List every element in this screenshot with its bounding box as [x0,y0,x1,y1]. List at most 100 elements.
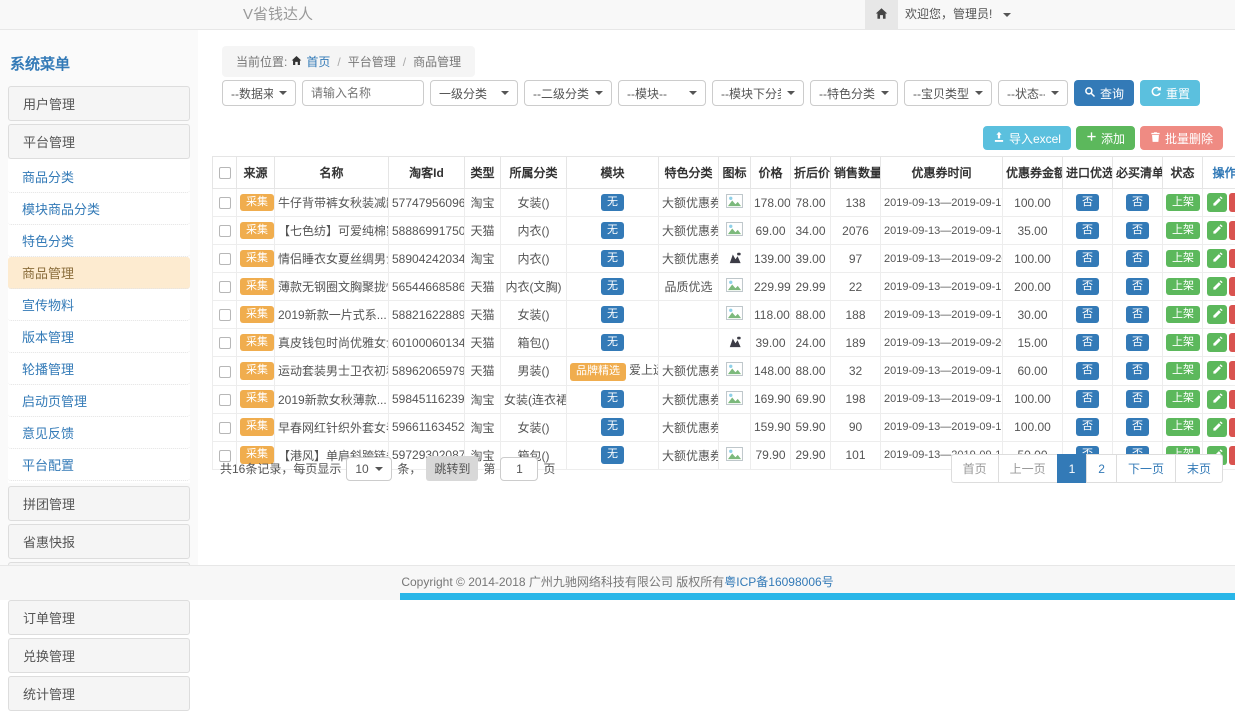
edit-button[interactable] [1207,221,1227,240]
sidebar-item-模块商品分类[interactable]: 模块商品分类 [8,193,190,225]
sidebar-group-订单管理[interactable]: 订单管理 [8,600,190,635]
row-checkbox[interactable] [219,197,231,209]
import-select-toggle[interactable]: 否 [1076,194,1099,212]
sidebar-item-特色分类[interactable]: 特色分类 [8,225,190,257]
filter-module-sub-category-select[interactable]: --模块下分类-- [712,80,804,106]
must-buy-toggle[interactable]: 否 [1126,250,1149,268]
edit-button[interactable] [1207,193,1227,212]
delete-button[interactable] [1229,390,1235,409]
filter-feature-category-select[interactable]: --特色分类-- [810,80,898,106]
row-checkbox[interactable] [219,366,231,378]
edit-button[interactable] [1207,277,1227,296]
delete-button[interactable] [1229,193,1235,212]
status-badge[interactable]: 上架 [1166,334,1200,352]
page-button-1[interactable]: 1 [1057,454,1088,483]
page-button-下一页[interactable]: 下一页 [1116,454,1176,483]
status-badge[interactable]: 上架 [1166,250,1200,268]
home-button[interactable] [865,0,898,29]
status-badge[interactable]: 上架 [1166,390,1200,408]
row-checkbox[interactable] [219,253,231,265]
row-checkbox[interactable] [219,422,231,434]
user-menu[interactable]: 欢迎您，管理员! [905,0,1011,29]
import-select-toggle[interactable]: 否 [1076,362,1099,380]
must-buy-toggle[interactable]: 否 [1126,222,1149,240]
edit-button[interactable] [1207,333,1227,352]
sidebar-item-版本管理[interactable]: 版本管理 [8,321,190,353]
row-checkbox[interactable] [219,225,231,237]
must-buy-toggle[interactable]: 否 [1126,194,1149,212]
sidebar-group-平台管理[interactable]: 平台管理 [8,124,190,159]
filter-module-select[interactable]: --模块-- [618,80,706,106]
sidebar-group-统计管理[interactable]: 统计管理 [8,676,190,711]
edit-button[interactable] [1207,418,1227,437]
page-button-2[interactable]: 2 [1086,454,1117,483]
edit-button[interactable] [1207,390,1227,409]
delete-button[interactable] [1229,333,1235,352]
sidebar-item-意见反馈[interactable]: 意见反馈 [8,417,190,449]
filter-data-source-select[interactable]: --数据来源-- [222,80,296,106]
search-button[interactable]: 查询 [1074,80,1134,106]
row-checkbox[interactable] [219,394,231,406]
sidebar-group-用户管理[interactable]: 用户管理 [8,86,190,121]
delete-button[interactable] [1229,249,1235,268]
filter-name-input[interactable] [302,80,424,106]
edit-button[interactable] [1207,305,1227,324]
row-checkbox[interactable] [219,337,231,349]
page-size-select[interactable]: 10 [346,457,392,481]
status-badge[interactable]: 上架 [1166,194,1200,212]
delete-button[interactable] [1229,418,1235,437]
delete-button[interactable] [1229,446,1235,465]
page-button-上一页[interactable]: 上一页 [998,454,1058,483]
import-select-toggle[interactable]: 否 [1076,418,1099,436]
must-buy-toggle[interactable]: 否 [1126,334,1149,352]
sidebar-group-省惠快报[interactable]: 省惠快报 [8,524,190,559]
page-button-末页[interactable]: 末页 [1175,454,1223,483]
delete-button[interactable] [1229,277,1235,296]
add-button[interactable]: 添加 [1076,126,1135,150]
select-all-checkbox[interactable] [219,167,231,179]
sidebar-item-宣传物料[interactable]: 宣传物料 [8,289,190,321]
sidebar-item-商品分类[interactable]: 商品分类 [8,161,190,193]
must-buy-toggle[interactable]: 否 [1126,390,1149,408]
sidebar-group-拼团管理[interactable]: 拼团管理 [8,486,190,521]
edit-button[interactable] [1207,361,1227,380]
status-badge[interactable]: 上架 [1166,362,1200,380]
icp-link[interactable]: 粤ICP备16098006号 [724,575,833,589]
jump-page-input[interactable] [500,457,538,481]
breadcrumb-home-link[interactable]: 首页 [306,53,330,70]
batch-delete-button[interactable]: 批量删除 [1140,126,1223,150]
must-buy-toggle[interactable]: 否 [1126,362,1149,380]
sidebar-item-轮播管理[interactable]: 轮播管理 [8,353,190,385]
sidebar-group-兑换管理[interactable]: 兑换管理 [8,638,190,673]
status-badge[interactable]: 上架 [1166,278,1200,296]
sidebar-item-平台配置[interactable]: 平台配置 [8,449,190,481]
status-badge[interactable]: 上架 [1166,418,1200,436]
import-select-toggle[interactable]: 否 [1076,334,1099,352]
status-badge[interactable]: 上架 [1166,222,1200,240]
import-select-toggle[interactable]: 否 [1076,278,1099,296]
row-checkbox[interactable] [219,281,231,293]
delete-button[interactable] [1229,221,1235,240]
row-checkbox[interactable] [219,309,231,321]
import-excel-button[interactable]: 导入excel [983,126,1071,150]
reset-button[interactable]: 重置 [1140,80,1200,106]
delete-button[interactable] [1229,305,1235,324]
must-buy-toggle[interactable]: 否 [1126,306,1149,324]
edit-button[interactable] [1207,249,1227,268]
must-buy-toggle[interactable]: 否 [1126,418,1149,436]
page-button-首页[interactable]: 首页 [951,454,999,483]
import-select-toggle[interactable]: 否 [1076,250,1099,268]
delete-button[interactable] [1229,361,1235,380]
filter-level1-category-select[interactable]: 一级分类 [430,80,518,106]
filter-level2-category-select[interactable]: --二级分类-- [524,80,612,106]
jump-button[interactable]: 跳转到 [426,456,478,481]
sidebar-item-商品管理[interactable]: 商品管理 [8,257,190,289]
status-badge[interactable]: 上架 [1166,306,1200,324]
import-select-toggle[interactable]: 否 [1076,222,1099,240]
must-buy-toggle[interactable]: 否 [1126,278,1149,296]
import-select-toggle[interactable]: 否 [1076,306,1099,324]
filter-item-type-select[interactable]: --宝贝类型-- [904,80,992,106]
sidebar-item-启动页管理[interactable]: 启动页管理 [8,385,190,417]
filter-status-select[interactable]: --状态-- [998,80,1068,106]
import-select-toggle[interactable]: 否 [1076,390,1099,408]
